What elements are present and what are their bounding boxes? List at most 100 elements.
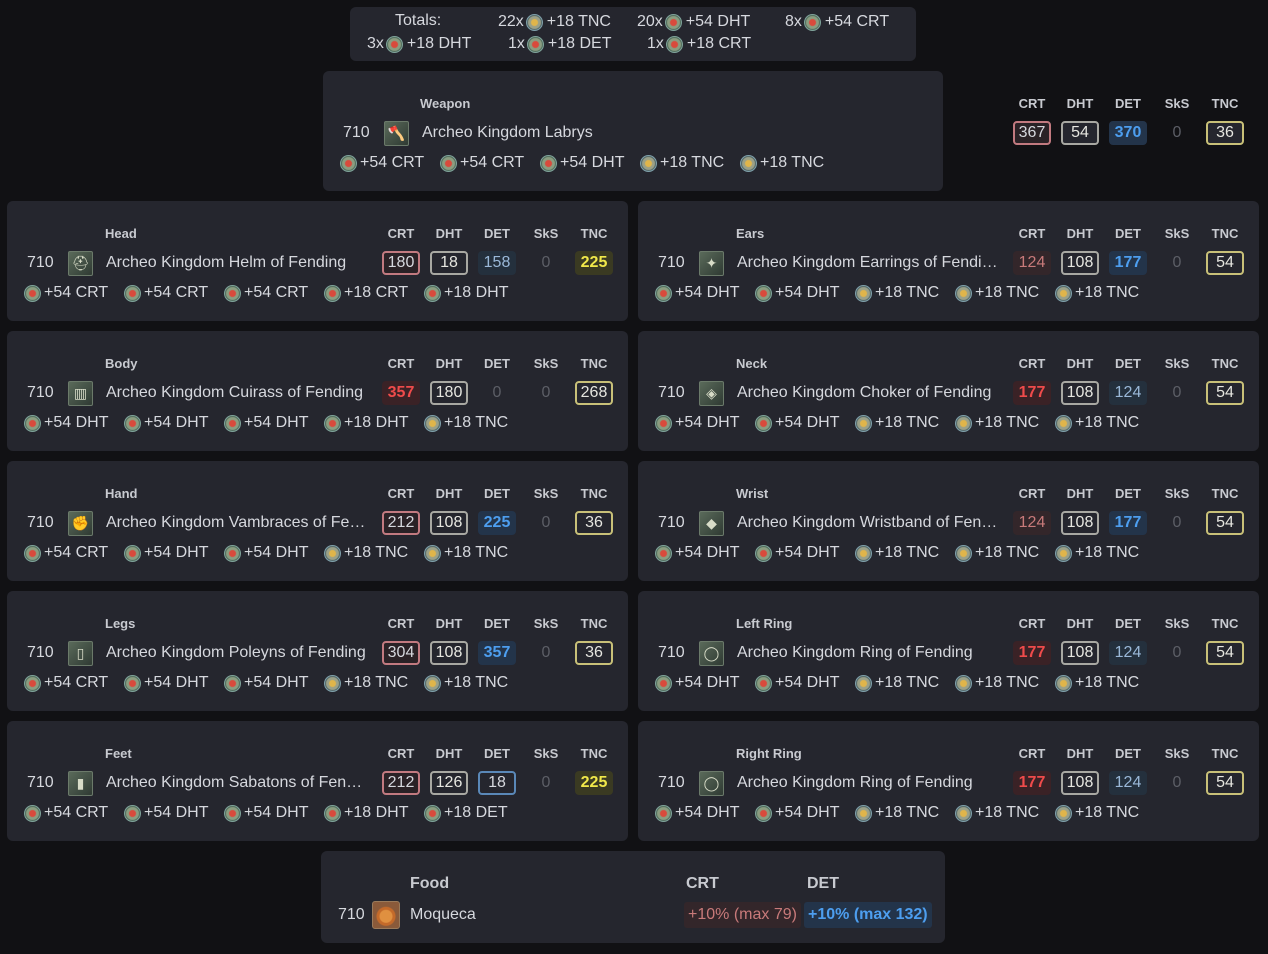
meld-slot[interactable]: +18 TNC [740,154,840,172]
meld-slot[interactable]: +54 CRT [224,284,324,302]
meld-slot[interactable]: +54 DHT [124,674,224,692]
meld-slot[interactable]: +54 DHT [540,154,640,172]
stat-value-crt: 180 [382,251,420,275]
meld-slot[interactable]: +18 TNC [1055,674,1155,692]
meld-slot[interactable]: +18 DHT [324,414,424,432]
gear-name[interactable]: Archeo Kingdom Ring of Fending [737,774,999,792]
meld-slot[interactable]: +54 DHT [224,414,324,432]
meld-red-icon [224,804,241,822]
gear-name[interactable]: Archeo Kingdom Earrings of Fending [737,254,999,272]
meld-slot[interactable]: +54 CRT [124,284,224,302]
meld-slot[interactable]: +54 DHT [655,544,755,562]
meld-slot[interactable]: +18 TNC [640,154,740,172]
meld-slot[interactable]: +18 CRT [324,284,424,302]
stat-header-sks: SkS [533,486,559,501]
meld-slot[interactable]: +54 DHT [224,544,324,562]
meld-slot[interactable]: +18 TNC [424,544,524,562]
meld-red-icon [655,544,672,562]
meld-slot[interactable]: +18 TNC [955,284,1055,302]
gear-card-wrist[interactable]: Wrist 710 ◆ Archeo Kingdom Wristband of Fen… [638,461,1259,581]
meld-slot[interactable]: +54 CRT [24,544,124,562]
gear-name[interactable]: Archeo Kingdom Vambraces of Fending [106,514,368,532]
meld-slot[interactable]: +18 TNC [1055,544,1155,562]
meld-slot[interactable]: +18 DHT [324,804,424,822]
meld-slot[interactable]: +54 DHT [124,544,224,562]
meld-slot[interactable]: +18 TNC [324,544,424,562]
meld-slot[interactable]: +18 TNC [855,414,955,432]
meld-slot[interactable]: +18 TNC [1055,284,1155,302]
gear-card-legs[interactable]: Legs 710 ▯ Archeo Kingdom Poleyns of Fendin… [7,591,628,711]
meld-red-icon [803,13,821,31]
gear-card-hand[interactable]: Hand 710 ✊ Archeo Kingdom Vambraces of Fend… [7,461,628,581]
gear-name[interactable]: Archeo Kingdom Poleyns of Fending [106,644,368,662]
stat-value-crt: 304 [382,641,420,665]
meld-slot[interactable]: +54 CRT [440,154,540,172]
meld-slot[interactable]: +54 DHT [124,804,224,822]
stat-value-dht: 54 [1061,121,1099,145]
meld-slot[interactable]: +18 TNC [855,674,955,692]
meld-slot[interactable]: +54 DHT [755,674,855,692]
stat-value-sks: 0 [1172,384,1182,401]
meld-slot[interactable]: +18 TNC [1055,804,1155,822]
gear-name[interactable]: Archeo Kingdom Sabatons of Fending [106,774,368,792]
gear-name[interactable]: Archeo Kingdom Wristband of Fending [737,514,999,532]
meld-slot[interactable]: +54 DHT [755,544,855,562]
meld-slot[interactable]: +54 DHT [755,414,855,432]
meld-red-icon [665,35,683,53]
meld-slot[interactable]: +18 TNC [955,544,1055,562]
meld-slot[interactable]: +18 TNC [955,414,1055,432]
meld-slot[interactable]: +18 DET [424,804,524,822]
meld-slot[interactable]: +54 DHT [224,674,324,692]
gear-name[interactable]: Archeo Kingdom Choker of Fending [737,384,999,402]
meld-slot[interactable]: +18 TNC [424,674,524,692]
meld-slot[interactable]: +54 CRT [24,674,124,692]
stat-value-sks: 0 [1172,644,1182,661]
meld-slot[interactable]: +18 TNC [424,414,524,432]
gear-card-head[interactable]: Head 710 ⛑ Archeo Kingdom Helm of Fending CR… [7,201,628,321]
meld-slot[interactable]: +54 DHT [655,804,755,822]
meld-slot[interactable]: +18 TNC [855,284,955,302]
meld-slot[interactable]: +54 CRT [340,154,440,172]
gear-name[interactable]: Archeo Kingdom Ring of Fending [737,644,999,662]
stat-value-dht: 18 [430,251,468,275]
gear-card-body[interactable]: Body 710 ▥ Archeo Kingdom Cuirass of Fendin… [7,331,628,451]
earring-icon: ✦ [699,251,724,276]
meld-slot[interactable]: +18 DHT [424,284,524,302]
meld-slot[interactable]: +54 CRT [24,284,124,302]
gear-name[interactable]: Archeo Kingdom Helm of Fending [106,254,368,272]
meld-slot[interactable]: +54 DHT [224,804,324,822]
gear-card-neck[interactable]: Neck 710 ◈ Archeo Kingdom Choker of Fending… [638,331,1259,451]
meld-slot[interactable]: +18 TNC [955,804,1055,822]
meld-slot[interactable]: +18 TNC [1055,414,1155,432]
meld-slot[interactable]: +54 DHT [124,414,224,432]
stat-header-sks: SkS [533,226,559,241]
meld-slot[interactable]: +18 TNC [855,804,955,822]
meld-slot[interactable]: +18 TNC [955,674,1055,692]
stat-header-tnc: TNC [1211,226,1239,241]
food-panel[interactable]: Food 710 Moqueca CRT DET +10% (max 79) +… [321,851,945,943]
stat-value-crt: 212 [382,511,420,535]
meld-red-icon [24,674,41,692]
gear-card-weapon[interactable]: Weapon 710 🪓 Archeo Kingdom Labrys CRT 367 DHT… [323,71,1244,191]
meld-slot[interactable]: +54 DHT [24,414,124,432]
meld-gold-icon [1055,674,1072,692]
meld-gold-icon [855,284,872,302]
gear-card-right-ring[interactable]: Right Ring 710 ◯ Archeo Kingdom Ring of Fen… [638,721,1259,841]
meld-slot[interactable]: +54 DHT [755,804,855,822]
meld-slot[interactable]: +54 DHT [655,414,755,432]
gear-name[interactable]: Archeo Kingdom Labrys [422,124,672,142]
stat-value-sks: 0 [541,774,551,791]
gear-card-feet[interactable]: Feet 710 ▮ Archeo Kingdom Sabatons of Fendi… [7,721,628,841]
meld-slot[interactable]: +54 DHT [655,674,755,692]
meld-slot[interactable]: +54 CRT [24,804,124,822]
meld-slot[interactable]: +54 DHT [655,284,755,302]
meld-slot[interactable]: +18 TNC [324,674,424,692]
meld-list: +54 DHT +54 DHT +54 DHT +18 DHT +18 TNC [24,414,524,432]
stat-value-crt: 124 [1013,251,1051,275]
gear-card-left-ring[interactable]: Left Ring 710 ◯ Archeo Kingdom Ring of Fend… [638,591,1259,711]
meld-slot[interactable]: +54 DHT [755,284,855,302]
gear-name[interactable]: Archeo Kingdom Cuirass of Fending [106,384,368,402]
gear-card-ears[interactable]: Ears 710 ✦ Archeo Kingdom Earrings of Fendi… [638,201,1259,321]
meld-red-icon [124,544,141,562]
meld-slot[interactable]: +18 TNC [855,544,955,562]
